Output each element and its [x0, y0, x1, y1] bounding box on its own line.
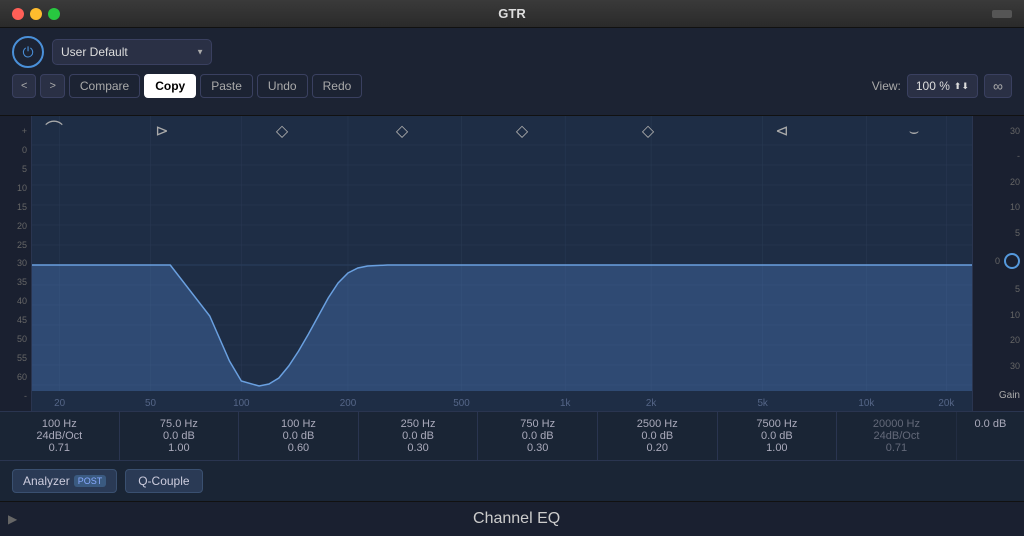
eq-section: ⌒ ⊳ ◇ ◇ ◇ ◇ ⊲ ⌣ + 0 5 10 15 20 25 30 35 [0, 116, 1024, 411]
band-param-3: 100 Hz 0.0 dB 0.60 [239, 412, 359, 460]
close-button[interactable] [12, 8, 24, 20]
svg-text:20: 20 [54, 398, 65, 409]
band3-icon: ◇ [276, 123, 289, 140]
band4-gain: 0.0 dB [402, 430, 434, 442]
band-params-row: 100 Hz 24dB/Oct 0.71 75.0 Hz 0.0 dB 1.00… [0, 412, 1024, 461]
band5-q: 0.30 [527, 442, 548, 454]
band5-gain: 0.0 dB [522, 430, 554, 442]
band6-gain: 0.0 dB [641, 430, 673, 442]
qcouple-button[interactable]: Q-Couple [125, 469, 202, 493]
band2-freq: 75.0 Hz [160, 418, 198, 430]
band-param-7: 7500 Hz 0.0 dB 1.00 [718, 412, 838, 460]
band7-gain: 0.0 dB [761, 430, 793, 442]
band8-icon: ⌣ [909, 123, 920, 140]
svg-text:10k: 10k [858, 398, 874, 409]
svg-text:200: 200 [340, 398, 357, 409]
undo-button[interactable]: Undo [257, 74, 308, 98]
svg-text:1k: 1k [560, 398, 570, 409]
toolbar-row1: ⏻ User Default [12, 36, 1012, 68]
title-bar: GTR [0, 0, 1024, 28]
band6-q: 0.20 [647, 442, 668, 454]
band5-icon: ◇ [516, 123, 529, 140]
power-button[interactable]: ⏻ [12, 36, 44, 68]
left-db-scale: + 0 5 10 15 20 25 30 35 40 45 50 55 60 - [0, 116, 32, 411]
bottom-section: 100 Hz 24dB/Oct 0.71 75.0 Hz 0.0 dB 1.00… [0, 411, 1024, 501]
band5-freq: 750 Hz [520, 418, 555, 430]
band4-freq: 250 Hz [401, 418, 436, 430]
svg-text:2k: 2k [646, 398, 656, 409]
band8-freq: 20000 Hz [873, 418, 920, 430]
band2-icon: ⊳ [155, 123, 168, 140]
band-param-4: 250 Hz 0.0 dB 0.30 [359, 412, 479, 460]
bottom-buttons: Analyzer POST Q-Couple [0, 461, 1024, 501]
svg-text:5k: 5k [757, 398, 767, 409]
analyzer-button[interactable]: Analyzer POST [12, 469, 117, 493]
gain-param: 0.0 dB [957, 412, 1024, 460]
band4-icon: ◇ [396, 123, 409, 140]
main-container: ⏻ User Default < > Compare Copy Paste Un… [0, 28, 1024, 536]
toolbar-row2: < > Compare Copy Paste Undo Redo View: 1… [12, 74, 1012, 98]
eq-grid-svg: 20 50 100 200 500 1k 2k 5k 10k 20k [32, 116, 972, 411]
band7-q: 1.00 [766, 442, 787, 454]
compare-button[interactable]: Compare [69, 74, 140, 98]
band1-q: 0.71 [49, 442, 70, 454]
band2-gain: 0.0 dB [163, 430, 195, 442]
window-right-controls [992, 5, 1012, 23]
post-badge: POST [74, 475, 107, 487]
view-pct-control[interactable]: 100 % ⬆⬇ [907, 74, 978, 98]
band3-gain: 0.0 dB [283, 430, 315, 442]
gain-circle[interactable] [1004, 253, 1020, 269]
redo-button[interactable]: Redo [312, 74, 363, 98]
preset-wrapper: User Default [52, 39, 212, 65]
band8-gain: 24dB/Oct [874, 430, 920, 442]
gain-label: Gain [999, 390, 1020, 401]
link-button[interactable]: ∞ [984, 74, 1012, 98]
svg-text:500: 500 [453, 398, 470, 409]
band7-freq: 7500 Hz [756, 418, 797, 430]
band4-q: 0.30 [407, 442, 428, 454]
band1-freq: 100 Hz [42, 418, 77, 430]
svg-text:100: 100 [233, 398, 250, 409]
paste-button[interactable]: Paste [200, 74, 253, 98]
preset-dropdown[interactable]: User Default [52, 39, 212, 65]
play-icon[interactable]: ▶ [8, 512, 17, 526]
maximize-button[interactable] [48, 8, 60, 20]
band-param-8: 20000 Hz 24dB/Oct 0.71 [837, 412, 957, 460]
back-button[interactable]: < [12, 74, 36, 98]
forward-button[interactable]: > [40, 74, 64, 98]
band1-gain: 24dB/Oct [36, 430, 82, 442]
band-param-1: 100 Hz 24dB/Oct 0.71 [0, 412, 120, 460]
band-param-6: 2500 Hz 0.0 dB 0.20 [598, 412, 718, 460]
band7-icon: ⊲ [775, 123, 788, 140]
traffic-lights [12, 8, 60, 20]
window-resize-icon [992, 10, 1012, 18]
view-section: View: 100 % ⬆⬇ ∞ [872, 74, 1012, 98]
band3-freq: 100 Hz [281, 418, 316, 430]
minimize-button[interactable] [30, 8, 42, 20]
svg-text:20k: 20k [938, 398, 954, 409]
band3-q: 0.60 [288, 442, 309, 454]
window-title: GTR [498, 6, 525, 21]
band1-icon: ⌒ [45, 120, 63, 140]
plugin-label-bar: ▶ Channel EQ [0, 501, 1024, 536]
copy-button[interactable]: Copy [144, 74, 196, 98]
view-label: View: [872, 79, 901, 93]
band-param-5: 750 Hz 0.0 dB 0.30 [478, 412, 598, 460]
gain-value: 0.0 dB [974, 418, 1006, 430]
svg-text:50: 50 [145, 398, 156, 409]
band6-freq: 2500 Hz [637, 418, 678, 430]
eq-canvas[interactable]: 20 50 100 200 500 1k 2k 5k 10k 20k [32, 116, 972, 411]
right-db-scale: 30 - 20 10 5 0 5 10 20 30 Gain [972, 116, 1024, 411]
band-icons-row: ⌒ ⊳ ◇ ◇ ◇ ◇ ⊲ ⌣ [32, 116, 984, 144]
band2-q: 1.00 [168, 442, 189, 454]
plugin-name: Channel EQ [473, 510, 560, 527]
band8-q: 0.71 [886, 442, 907, 454]
band6-icon: ◇ [642, 123, 655, 140]
band-param-2: 75.0 Hz 0.0 dB 1.00 [120, 412, 240, 460]
toolbar: ⏻ User Default < > Compare Copy Paste Un… [0, 28, 1024, 116]
